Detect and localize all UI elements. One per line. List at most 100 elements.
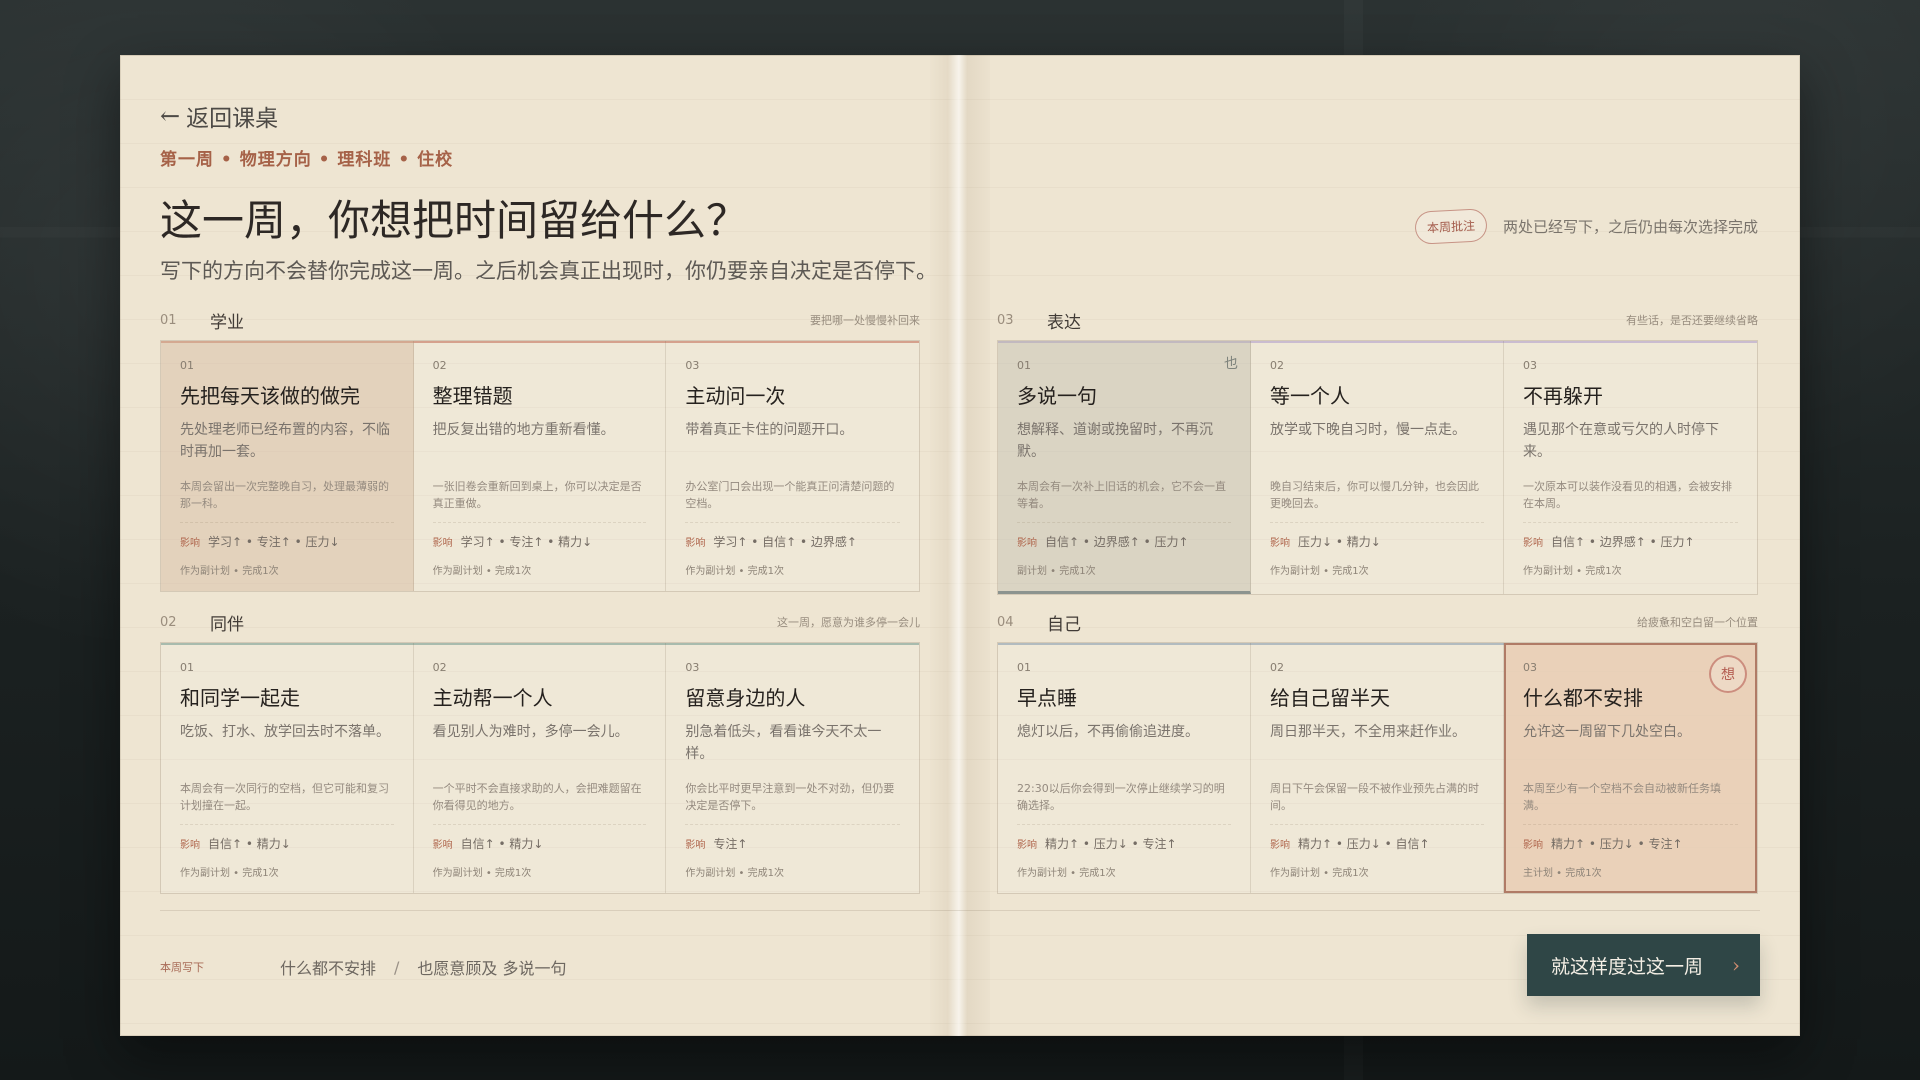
impact-label: 影响 [1523, 840, 1543, 852]
option-card[interactable]: 01 早点睡 熄灯以后，不再偷偷追进度。 22:30以后你会得到一次停止继续学习… [998, 643, 1251, 894]
card-number: 01 [180, 359, 194, 372]
impact-values: 自信↑ • 边界感↑ • 压力↑ [1045, 535, 1189, 550]
option-card[interactable]: 03 留意身边的人 别急着低头，看看谁今天不太一样。 你会比平时更早注意到一处不… [666, 643, 919, 894]
also-marker-icon: 也 [1224, 356, 1238, 372]
section-hint: 有些话，是否还要继续省略 [1626, 314, 1758, 327]
confirm-week-button[interactable]: 就这样度过这一周 › [1527, 934, 1760, 996]
weekly-note: 本周批注 两处已经写下，之后仍由每次选择完成 [1414, 208, 1758, 245]
impact-label: 影响 [1017, 538, 1037, 550]
card-footer: 作为副计划 • 完成1次 [1017, 868, 1116, 880]
option-card[interactable]: 01 和同学一起走 吃饭、打水、放学回去时不落单。 本周会有一次同行的空档，但它… [161, 643, 414, 894]
card-description: 先处理老师已经布置的内容，不临时再加一套。 [180, 422, 390, 460]
card-detail: 周日下午会保留一段不被作业预先占满的时间。 [1270, 780, 1484, 826]
impact-values: 压力↓ • 精力↓ [1298, 535, 1381, 550]
page-subtitle: 写下的方向不会替你完成这一周。之后机会真正出现时，你仍要亲自决定是否停下。 [160, 259, 937, 283]
impact-values: 专注↑ [713, 837, 748, 852]
option-card[interactable]: 想 03 什么都不安排 允许这一周留下几处空白。 本周至少有一个空档不会自动被新… [1504, 643, 1757, 894]
page-title: 这一周，你想把时间留给什么？ [160, 196, 749, 245]
impact-label: 影响 [1270, 538, 1290, 550]
card-grid: 01 先把每天该做的做完 先处理老师已经布置的内容，不临时再加一套。 本周会留出… [160, 340, 920, 593]
card-title: 早点睡 [1017, 686, 1077, 710]
back-link[interactable]: ← 返回课桌 [160, 99, 278, 133]
section-peer: 02 同伴 这一周，愿意为谁多停一会儿 01 和同学一起走 吃饭、打水、放学回去… [160, 602, 920, 895]
impact-values: 精力↑ • 压力↓ • 专注↑ [1551, 837, 1683, 852]
impact-values: 学习↑ • 专注↑ • 精力↓ [460, 535, 593, 550]
card-number: 03 [685, 359, 700, 372]
card-detail: 一个平时不会直接求助的人，会把难题留在你看得见的地方。 [432, 780, 647, 826]
card-description: 遇见那个在意或亏欠的人时停下来。 [1523, 422, 1719, 460]
card-number: 01 [1017, 359, 1031, 372]
planner-book: ← 返回课桌 第一周 • 物理方向 • 理科班 • 住校 这一周，你想把时间留给… [120, 55, 1800, 1036]
impact-values: 学习↑ • 自信↑ • 边界感↑ [713, 535, 857, 550]
section-hint: 要把哪一处慢慢补回来 [810, 314, 920, 327]
section-number: 02 [160, 614, 177, 630]
option-card[interactable]: 01 先把每天该做的做完 先处理老师已经布置的内容，不临时再加一套。 本周会留出… [161, 341, 414, 592]
option-card[interactable]: 03 不再躲开 遇见那个在意或亏欠的人时停下来。 一次原本可以装作没看见的相遇，… [1504, 341, 1757, 595]
card-impact: 影响 精力↑ • 压力↓ • 专注↑ [1523, 835, 1738, 852]
card-detail: 晚自习结束后，你可以慢几分钟，也会因此更晚回去。 [1270, 478, 1484, 524]
card-footer: 作为副计划 • 完成1次 [1270, 868, 1369, 880]
note-stamp: 本周批注 [1414, 208, 1488, 245]
selected-choice: 也愿意顾及 多说一句 [417, 959, 567, 978]
card-footer: 作为副计划 • 完成1次 [1270, 566, 1369, 578]
impact-label: 影响 [180, 538, 200, 550]
section-academic: 01 学业 要把哪一处慢慢补回来 01 先把每天该做的做完 先处理老师已经布置的… [160, 300, 920, 593]
option-card[interactable]: 02 主动帮一个人 看见别人为难时，多停一会儿。 一个平时不会直接求助的人，会把… [413, 643, 667, 894]
section-number: 01 [160, 312, 177, 328]
card-title: 不再躲开 [1523, 384, 1603, 408]
card-footer: 作为副计划 • 完成1次 [432, 566, 532, 578]
section-header: 01 学业 要把哪一处慢慢补回来 [160, 300, 920, 340]
card-title: 先把每天该做的做完 [180, 384, 360, 408]
scene-background: ← 返回课桌 第一周 • 物理方向 • 理科班 • 住校 这一周，你想把时间留给… [0, 0, 1920, 1080]
impact-values: 学习↑ • 专注↑ • 压力↓ [208, 535, 340, 550]
impact-values: 自信↑ • 边界感↑ • 压力↑ [1551, 535, 1695, 550]
card-number: 03 [1523, 661, 1537, 674]
card-description: 熄灯以后，不再偷偷追进度。 [1017, 724, 1199, 740]
section-hint: 给疲惫和空白留一个位置 [1637, 616, 1758, 629]
card-impact: 影响 专注↑ [685, 835, 900, 852]
confirm-week-label: 就这样度过这一周 [1551, 955, 1704, 978]
option-card[interactable]: 也 01 多说一句 想解释、道谢或挽留时，不再沉默。 本周会有一次补上旧话的机会… [998, 341, 1251, 595]
option-card[interactable]: 02 整理错题 把反复出错的地方重新看懂。 一张旧卷会重新回到桌上，你可以决定是… [413, 341, 667, 592]
card-number: 02 [1270, 661, 1284, 674]
section-label: 学业 [210, 312, 244, 333]
chevron-right-icon: › [1732, 953, 1740, 977]
card-number: 03 [685, 661, 700, 674]
section-hint: 这一周，愿意为谁多停一会儿 [777, 616, 920, 629]
impact-label: 影响 [685, 840, 706, 852]
card-description: 允许这一周留下几处空白。 [1523, 724, 1691, 740]
section-label: 同伴 [210, 614, 244, 635]
option-card[interactable]: 02 给自己留半天 周日那半天，不全用来赶作业。 周日下午会保留一段不被作业预先… [1251, 643, 1504, 894]
card-number: 02 [432, 359, 447, 372]
impact-values: 自信↑ • 精力↓ [460, 837, 544, 852]
impact-label: 影响 [432, 538, 453, 550]
option-card[interactable]: 02 等一个人 放学或下晚自习时，慢一点走。 晚自习结束后，你可以慢几分钟，也会… [1251, 341, 1504, 595]
left-arrow-icon: ← [160, 102, 181, 130]
impact-label: 影响 [432, 840, 453, 852]
section-header: 02 同伴 这一周，愿意为谁多停一会儿 [160, 602, 920, 642]
impact-label: 影响 [180, 840, 200, 852]
option-card[interactable]: 03 主动问一次 带着真正卡住的问题开口。 办公室门口会出现一个能真正问清楚问题… [666, 341, 919, 592]
card-title: 什么都不安排 [1523, 686, 1643, 710]
card-footer: 主计划 • 完成1次 [1523, 868, 1602, 880]
card-impact: 影响 自信↑ • 边界感↑ • 压力↑ [1523, 533, 1738, 550]
week-meta: 第一周 • 物理方向 • 理科班 • 住校 [160, 150, 454, 170]
card-detail: 本周会留出一次完整晚自习，处理最薄弱的那一科。 [180, 478, 394, 524]
impact-values: 自信↑ • 精力↓ [208, 837, 291, 852]
card-title: 主动帮一个人 [432, 686, 553, 710]
card-footer: 作为副计划 • 完成1次 [180, 566, 279, 578]
card-impact: 影响 精力↑ • 压力↓ • 自信↑ [1270, 835, 1484, 852]
card-description: 看见别人为难时，多停一会儿。 [432, 724, 629, 740]
card-number: 01 [1017, 661, 1031, 674]
section-number: 04 [997, 614, 1014, 630]
card-number: 02 [432, 661, 447, 674]
impact-label: 影响 [1523, 538, 1543, 550]
footer-divider [160, 910, 1760, 911]
card-detail: 办公室门口会出现一个能真正问清楚问题的空档。 [685, 478, 900, 524]
card-footer: 作为副计划 • 完成1次 [685, 868, 784, 880]
back-link-label: 返回课桌 [186, 106, 279, 132]
summary-separator: / [394, 957, 400, 977]
book-spine [930, 55, 990, 1036]
card-grid: 01 和同学一起走 吃饭、打水、放学回去时不落单。 本周会有一次同行的空档，但它… [160, 642, 920, 895]
card-impact: 影响 学习↑ • 专注↑ • 压力↓ [180, 533, 394, 550]
